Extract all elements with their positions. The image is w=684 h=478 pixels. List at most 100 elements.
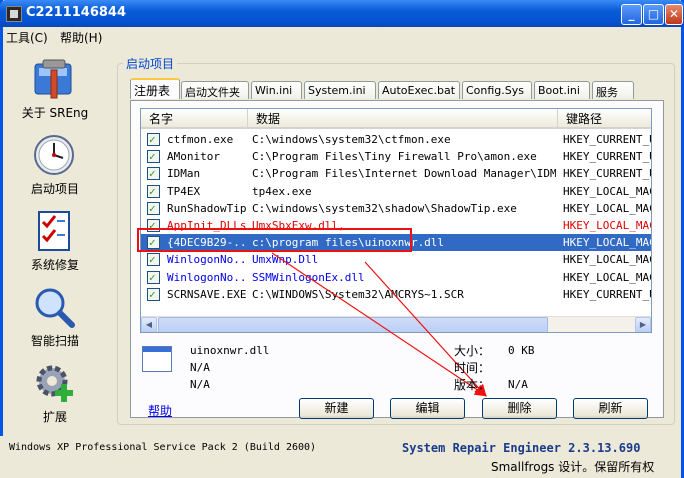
sidebar-label-startup: 启动项目 [30, 182, 79, 196]
minimize-button[interactable]: _ [621, 4, 642, 25]
groupbox-title: 启动项目 [123, 55, 178, 72]
row-data: C:\windows\system32\ctfmon.exe [252, 133, 451, 146]
row-name: SCRNSAVE.EXE [167, 287, 247, 301]
title-bar[interactable]: C2211146844 _ □ ✕ [0, 0, 684, 27]
sidebar-label-repair: 系统修复 [30, 258, 79, 272]
close-button[interactable]: ✕ [665, 4, 683, 25]
row-name: TP4EX [167, 184, 201, 198]
row-key-path: HKEY_LOCAL_MACHINE [563, 184, 651, 198]
row-checkbox[interactable] [147, 131, 160, 148]
column-header-path[interactable]: 键路径 [558, 109, 651, 129]
status-bar: Windows XP Professional Service Pack 2 (… [0, 436, 678, 478]
tab-win-ini[interactable]: Win.ini [251, 81, 302, 99]
tab-registry[interactable]: 注册表 [130, 78, 180, 99]
highlight-box [137, 228, 412, 252]
menu-bar: 工具(C) 帮助(H) [3, 27, 681, 47]
column-header-name[interactable]: 名字 [141, 109, 248, 129]
tab-startup-folder[interactable]: 启动文件夹 [181, 81, 249, 99]
row-data: C:\Program Files\Internet Download Manag… [252, 167, 556, 181]
sidebar-label-about: 关于 SREng [21, 106, 89, 120]
row-key-path: HKEY_CURRENT_USER [563, 287, 651, 301]
row-checkbox[interactable] [147, 251, 160, 268]
row-name: RunShadowTip [167, 201, 247, 215]
horizontal-scrollbar[interactable]: ◀ ▶ [141, 316, 651, 332]
tab-boot-ini[interactable]: Boot.ini [534, 81, 590, 99]
row-data: C:\WINDOWS\System32\AMCRYS~1.SCR [252, 287, 464, 301]
row-data: C:\Program Files\Tiny Firewall Pro\amon.… [252, 150, 537, 164]
row-key-path: HKEY_LOCAL_MACHINE [563, 219, 651, 232]
row-key-path: HKEY_LOCAL_MACHINE [563, 270, 651, 284]
row-key-path: HKEY_LOCAL_MACHINE [563, 201, 651, 215]
row-checkbox[interactable] [147, 200, 160, 217]
detail-company: N/A [190, 361, 210, 374]
row-name: ctfmon.exe [167, 133, 234, 146]
tab-autoexec[interactable]: AutoExec.bat [378, 81, 460, 99]
table-row[interactable]: IDMan C:\Program Files\Internet Download … [141, 165, 651, 182]
sidebar-item-scan[interactable]: 智能扫描 [0, 286, 110, 356]
row-data: C:\windows\system32\shadow\ShadowTip.exe [252, 201, 517, 215]
tab-services[interactable]: 服务 [592, 81, 634, 99]
table-row[interactable]: WinlogonNo... UmxWnp.Dll HKEY_LOCAL_MACHIN… [141, 251, 651, 268]
row-checkbox[interactable] [147, 148, 160, 165]
table-row[interactable]: AMonitor C:\Program Files\Tiny Firewall P… [141, 148, 651, 165]
row-key-path: HKEY_CURRENT_USER [563, 167, 651, 181]
sidebar: 关于 SREng 启动项目 系统修复 智能扫描 扩展 [0, 48, 110, 428]
maximize-button[interactable]: □ [643, 4, 664, 25]
help-link[interactable]: 帮助 [148, 402, 172, 419]
row-data: UmxWnp.Dll [252, 253, 319, 267]
sidebar-label-scan: 智能扫描 [30, 334, 79, 348]
app-icon [6, 6, 22, 22]
checklist-icon [38, 211, 70, 251]
tools-icon [34, 59, 72, 99]
magnifier-icon [35, 288, 75, 328]
delete-button[interactable]: 删除 [482, 398, 557, 419]
sidebar-item-about[interactable]: 关于 SREng [0, 58, 110, 128]
column-header-data[interactable]: 数据 [248, 109, 558, 129]
row-name: IDMan [167, 167, 201, 181]
new-button[interactable]: 新建 [299, 398, 374, 419]
edit-button[interactable]: 编辑 [390, 398, 465, 419]
registry-list[interactable]: 名字 数据 键路径 ctfmon.exe C:\windows\system32\… [140, 108, 652, 333]
clock-icon [34, 135, 74, 175]
row-checkbox[interactable] [147, 269, 160, 286]
size-value: 0 KB [508, 344, 535, 357]
row-data: SSMWinlogonEx.dll [252, 270, 365, 284]
gear-plus-icon [36, 365, 73, 402]
version-label: 版本： [454, 378, 491, 392]
table-row[interactable]: RunShadowTip C:\windows\system32\shadow\S… [141, 200, 651, 217]
row-name: WinlogonNo... [167, 270, 247, 284]
detail-description: N/A [190, 378, 210, 391]
table-row[interactable]: SCRNSAVE.EXE C:\WINDOWS\System32\AMCRYS~1… [141, 286, 651, 303]
window-title: C2211146844 [26, 5, 126, 20]
table-row[interactable]: TP4EX tp4ex.exe HKEY_LOCAL_MACHINE [141, 183, 651, 200]
row-name: WinlogonNo... [167, 253, 247, 267]
row-checkbox[interactable] [147, 165, 160, 182]
row-key-path: HKEY_LOCAL_MACHINE [563, 253, 651, 267]
version-value: N/A [508, 378, 528, 391]
tab-config-sys[interactable]: Config.Sys [462, 81, 532, 99]
scroll-left-button[interactable]: ◀ [141, 317, 157, 332]
row-checkbox[interactable] [147, 286, 160, 303]
table-row[interactable]: WinlogonNo... SSMWinlogonEx.dll HKEY_LOCAL… [141, 269, 651, 286]
product-version: System Repair Engineer 2.3.13.690 [402, 441, 641, 455]
sidebar-label-extend: 扩展 [42, 410, 67, 424]
scroll-right-button[interactable]: ▶ [635, 317, 651, 332]
menu-help[interactable]: 帮助(H) [60, 29, 102, 46]
size-label: 大小： [454, 344, 491, 358]
file-icon [142, 346, 172, 372]
tab-system-ini[interactable]: System.ini [304, 81, 376, 99]
sidebar-item-repair[interactable]: 系统修复 [0, 210, 110, 280]
menu-tools[interactable]: 工具(C) [6, 29, 48, 46]
copyright: Smallfrogs 设计。保留所有权利。 [491, 460, 655, 478]
scroll-thumb[interactable] [158, 317, 548, 332]
row-checkbox[interactable] [147, 183, 160, 200]
refresh-button[interactable]: 刷新 [573, 398, 648, 419]
sidebar-item-startup[interactable]: 启动项目 [0, 134, 110, 204]
table-row[interactable]: ctfmon.exe C:\windows\system32\ctfmon.exe… [141, 131, 651, 148]
detail-filename: uinoxnwr.dll [190, 344, 270, 357]
row-key-path: HKEY_LOCAL_MACHINE [563, 236, 651, 250]
row-key-path: HKEY_CURRENT_USER [563, 133, 651, 146]
sidebar-item-extend[interactable]: 扩展 [0, 362, 110, 432]
row-data: tp4ex.exe [252, 184, 312, 198]
os-version: Windows XP Professional Service Pack 2 (… [9, 442, 317, 453]
